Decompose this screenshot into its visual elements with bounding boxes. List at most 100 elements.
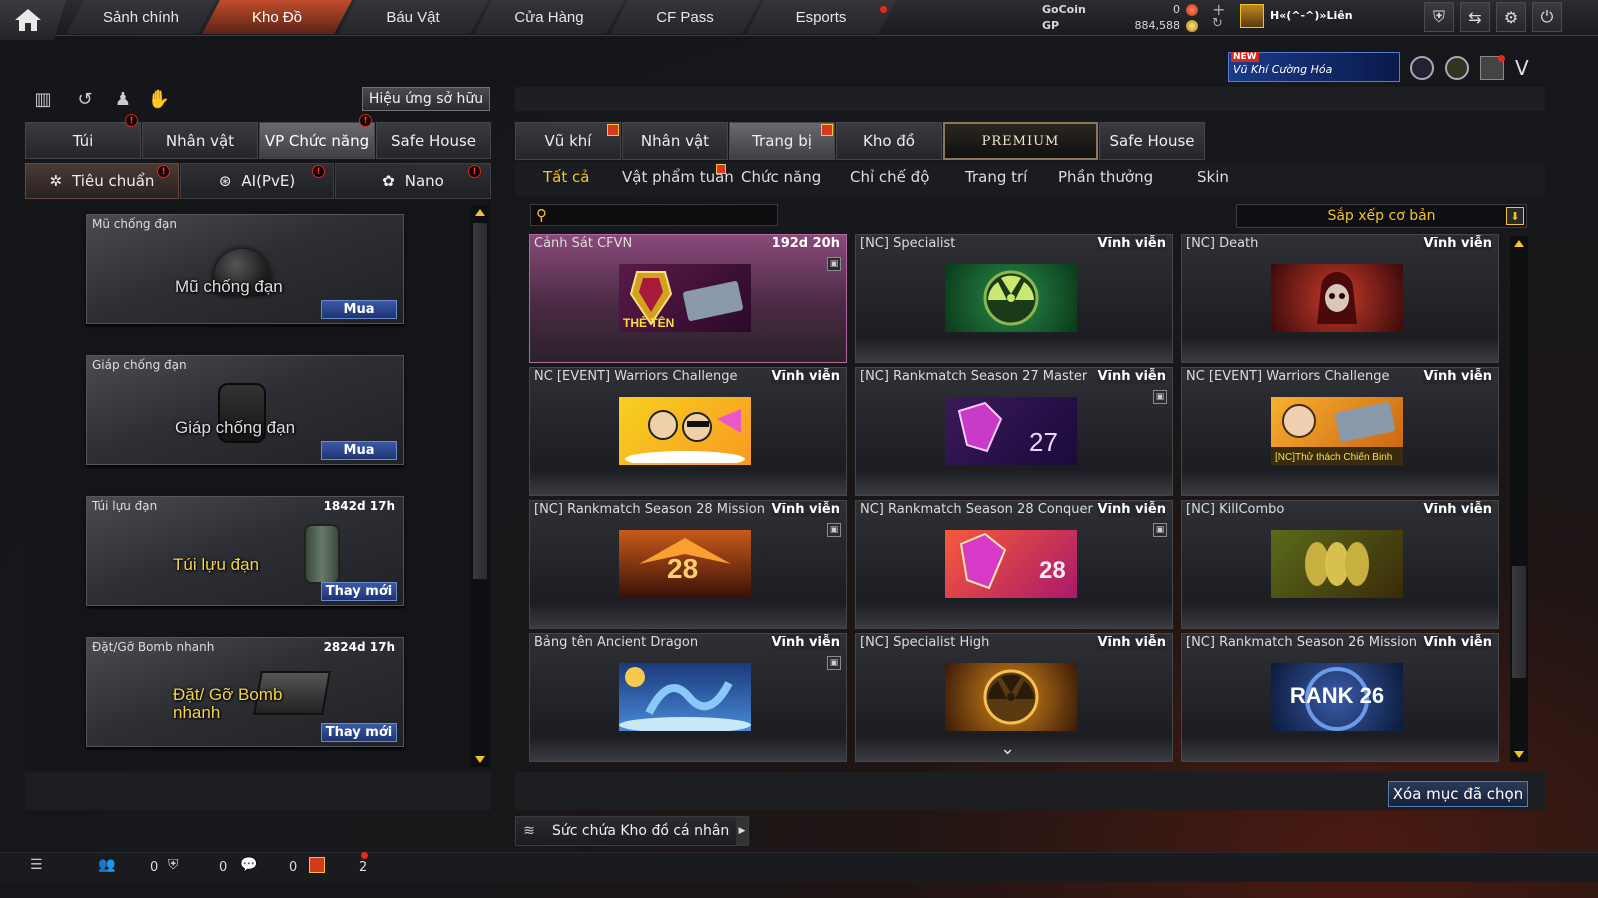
- item-card[interactable]: NC [EVENT] Warriors Challenge Vĩnh viễn: [529, 367, 847, 496]
- lock-icon[interactable]: ▣: [827, 257, 841, 271]
- lock-icon[interactable]: ▣: [1153, 390, 1167, 404]
- item-card[interactable]: NC [EVENT] Warriors Challenge Vĩnh viễn …: [1181, 367, 1499, 496]
- subtab-standard[interactable]: ✲ Tiêu chuẩn: [25, 163, 179, 199]
- tab-safe-house[interactable]: Safe House: [376, 122, 491, 159]
- subtab-all[interactable]: Tất cả: [543, 168, 589, 186]
- tab-premium[interactable]: PREMIUM: [943, 122, 1098, 160]
- tab-function-items[interactable]: VP Chức năng: [259, 122, 375, 159]
- sort-dropdown[interactable]: Sắp xếp cơ bản ⬇: [1236, 204, 1527, 228]
- nav-tab-treasure[interactable]: Báu Vật: [338, 0, 488, 34]
- card-name: [NC] KillCombo: [1186, 502, 1285, 517]
- item-card[interactable]: [NC] Rankmatch Season 27 Master Vĩnh viễ…: [855, 367, 1173, 496]
- promo-banner[interactable]: NEW Vũ Khí Cường Hóa: [1228, 52, 1400, 82]
- left-scrollbar[interactable]: [471, 205, 489, 767]
- item-card[interactable]: [NC] KillCombo Vĩnh viễn: [1181, 500, 1499, 629]
- list-item[interactable]: Mũ chống đạn Mũ chống đạn Mua: [86, 214, 404, 324]
- item-card[interactable]: [NC] Rankmatch Season 26 Mission Vĩnh vi…: [1181, 633, 1499, 762]
- subtab-decoration[interactable]: Trang trí: [965, 168, 1027, 186]
- event-icon-2[interactable]: [1445, 56, 1469, 80]
- gear-icon[interactable]: ⚙: [1496, 2, 1526, 32]
- storage-capacity-button[interactable]: ≋ Sức chứa Kho đồ cá nhân ▶: [515, 816, 749, 846]
- notification-dot: [1498, 55, 1505, 62]
- nav-tab-lobby[interactable]: Sảnh chính: [66, 0, 216, 34]
- buy-button[interactable]: Mua: [321, 300, 397, 319]
- history-icon[interactable]: ↺: [72, 88, 98, 110]
- list-item[interactable]: Đặt/Gỡ Bomb nhanh 2824d 17h Đặt/ Gỡ Bomb…: [86, 637, 404, 747]
- tab-label: PREMIUM: [981, 133, 1060, 149]
- gocoin-value: 0: [1173, 3, 1180, 16]
- scroll-up-icon[interactable]: [1514, 240, 1524, 247]
- v-logo-icon[interactable]: V: [1515, 56, 1529, 80]
- tab-safe-house[interactable]: Safe House: [1099, 122, 1205, 160]
- scroll-down-icon[interactable]: [475, 756, 485, 763]
- clan-shield-icon[interactable]: ⛨: [168, 857, 179, 873]
- nav-tab-inventory[interactable]: Kho Đồ: [202, 0, 352, 34]
- chat-icon[interactable]: 💬: [240, 857, 257, 873]
- scroll-up-icon[interactable]: [475, 209, 485, 216]
- renew-button[interactable]: Thay mới: [321, 723, 397, 742]
- nav-tab-esports[interactable]: Esports: [746, 0, 896, 34]
- renew-button[interactable]: Thay mới: [321, 582, 397, 601]
- arrow-down-icon[interactable]: ⬇: [1506, 207, 1524, 225]
- chat-count: 0: [289, 860, 298, 875]
- subtab-ai-pve[interactable]: ⊛ AI(PvE): [180, 163, 334, 199]
- item-card[interactable]: [NC] Death Vĩnh viễn: [1181, 234, 1499, 363]
- lock-icon[interactable]: ▣: [1153, 523, 1167, 537]
- chevron-down-icon[interactable]: ⌄: [1000, 738, 1015, 759]
- scroll-thumb[interactable]: [1512, 566, 1526, 678]
- shield-icon[interactable]: ⛨: [1424, 2, 1454, 32]
- card-duration: Vĩnh viễn: [1423, 502, 1492, 517]
- subtab-label: Nano: [404, 172, 444, 190]
- glove-icon[interactable]: ✋: [146, 88, 172, 110]
- card-art-text: 27: [1029, 427, 1058, 457]
- delete-selected-button[interactable]: Xóa mục đã chọn: [1388, 781, 1528, 807]
- standard-icon: ✲: [49, 172, 63, 190]
- subtab-rewards[interactable]: Phần thưởng: [1058, 168, 1153, 186]
- tab-equipment[interactable]: Trang bị: [729, 122, 835, 160]
- tab-label: Safe House: [1109, 132, 1195, 150]
- item-time: 2824d 17h: [323, 640, 395, 654]
- gift-box-icon[interactable]: [309, 857, 325, 873]
- scroll-thumb[interactable]: [473, 223, 487, 579]
- tab-bag[interactable]: Túi: [25, 122, 141, 159]
- season-28-conquer-art: 28: [959, 532, 1066, 590]
- tab-storage[interactable]: Kho đồ: [836, 122, 942, 160]
- tab-character[interactable]: Nhân vật: [142, 122, 258, 159]
- lock-icon[interactable]: ▣: [827, 656, 841, 670]
- item-card[interactable]: [NC] Rankmatch Season 28 Mission Vĩnh vi…: [529, 500, 847, 629]
- grid-scrollbar[interactable]: [1510, 236, 1528, 762]
- stats-icon[interactable]: ▥: [30, 88, 56, 110]
- tab-label: Túi: [72, 131, 94, 150]
- item-card[interactable]: [NC] Specialist Vĩnh viễn: [855, 234, 1173, 363]
- power-icon[interactable]: ⏻: [1532, 2, 1562, 32]
- tab-label: Kho đồ: [863, 132, 915, 150]
- switch-icon[interactable]: ⇆: [1460, 2, 1490, 32]
- scroll-down-icon[interactable]: [1514, 751, 1524, 758]
- item-caption: Túi lựu đạn: [173, 555, 260, 574]
- tab-label: VP Chức năng: [264, 131, 370, 150]
- refresh-icon[interactable]: ↻: [1212, 16, 1223, 31]
- friends-icon[interactable]: 👥: [98, 857, 115, 873]
- subtab-mode-only[interactable]: Chỉ chế độ: [850, 168, 929, 186]
- subtab-skin[interactable]: Skin: [1197, 168, 1229, 186]
- promo-text: Vũ Khí Cường Hóa: [1233, 63, 1333, 76]
- menu-list-icon[interactable]: ☰: [30, 857, 43, 873]
- owned-effects-button[interactable]: Hiệu ứng sở hữu: [362, 87, 490, 111]
- warriors-art: [625, 409, 745, 463]
- nav-tab-shop[interactable]: Cửa Hàng: [474, 0, 624, 34]
- ai-icon: ⊛: [218, 172, 232, 190]
- tab-weapons[interactable]: Vũ khí: [515, 122, 621, 160]
- item-card[interactable]: NC] Rankmatch Season 28 Conquer Vĩnh viễ…: [855, 500, 1173, 629]
- lock-icon[interactable]: ▣: [827, 523, 841, 537]
- character-icon[interactable]: ♟: [110, 88, 136, 110]
- nav-tab-cfpass[interactable]: CF Pass: [610, 0, 760, 34]
- buy-button[interactable]: Mua: [321, 441, 397, 460]
- item-card[interactable]: Cảnh Sát CFVN 192d 20h ▣ THẺ TÊN: [529, 234, 847, 363]
- search-input[interactable]: ⚲: [530, 204, 778, 226]
- list-item[interactable]: Giáp chống đạn Giáp chống đạn Mua: [86, 355, 404, 465]
- item-card[interactable]: Bảng tên Ancient Dragon Vĩnh viễn ▣: [529, 633, 847, 762]
- subtab-function[interactable]: Chức năng: [741, 168, 821, 186]
- list-item[interactable]: Túi lựu đạn 1842d 17h Túi lựu đạn Thay m…: [86, 496, 404, 606]
- event-icon-1[interactable]: [1410, 56, 1434, 80]
- tab-character[interactable]: Nhân vật: [622, 122, 728, 160]
